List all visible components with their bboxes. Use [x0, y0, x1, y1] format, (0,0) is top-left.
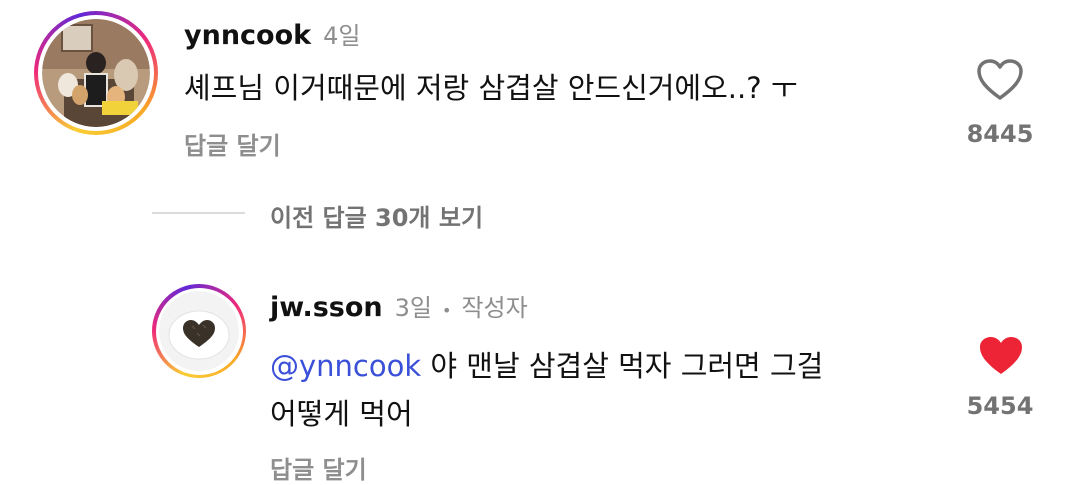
heart-filled-icon — [980, 337, 1022, 374]
avatar-photo-icon — [42, 19, 150, 127]
reply-item: jw.sson 3일 • 작성자 @ynncook 야 맨날 삼겹살 먹자 그러… — [0, 270, 1080, 484]
author-badge: 작성자 — [461, 294, 528, 322]
comment-item: ynncook 4일 셰프님 이거때문에 저랑 삼겹살 안드신거에오..? ㅜ … — [0, 0, 1080, 180]
mention-link[interactable]: @ynncook — [270, 349, 421, 383]
avatar[interactable] — [152, 284, 246, 378]
reply-button[interactable]: 답글 달기 — [270, 450, 367, 485]
reply-header: jw.sson 3일 • 작성자 — [270, 288, 528, 324]
reply-text: 야 맨날 삼겹살 먹자 그러면 그걸 — [421, 349, 824, 383]
reply-text-line-2: 어떻게 먹어 — [270, 397, 413, 431]
heart-outline-icon — [977, 59, 1023, 100]
reply-time: 3일 — [394, 294, 432, 322]
separator-dot: • — [442, 301, 452, 320]
like-count: 5454 — [966, 392, 1034, 420]
like-button[interactable] — [977, 334, 1025, 378]
view-previous-replies-button[interactable]: 이전 답글 30개 보기 — [270, 198, 483, 233]
reply-text-line-1: @ynncook 야 맨날 삼겹살 먹자 그러면 그걸 — [270, 340, 823, 392]
reply-button[interactable]: 답글 달기 — [184, 126, 281, 161]
avatar-photo-icon — [159, 291, 239, 371]
comment-time: 4일 — [323, 22, 361, 50]
like-button[interactable] — [976, 58, 1024, 102]
comment-text: 셰프님 이거때문에 저랑 삼겹살 안드신거에오..? ㅜ — [184, 71, 798, 105]
like-count: 8445 — [966, 120, 1034, 148]
divider — [152, 212, 245, 214]
comment-header: ynncook 4일 — [184, 16, 360, 52]
comment-username[interactable]: ynncook — [184, 20, 311, 51]
avatar[interactable] — [34, 11, 158, 135]
reply-username[interactable]: jw.sson — [270, 292, 383, 323]
